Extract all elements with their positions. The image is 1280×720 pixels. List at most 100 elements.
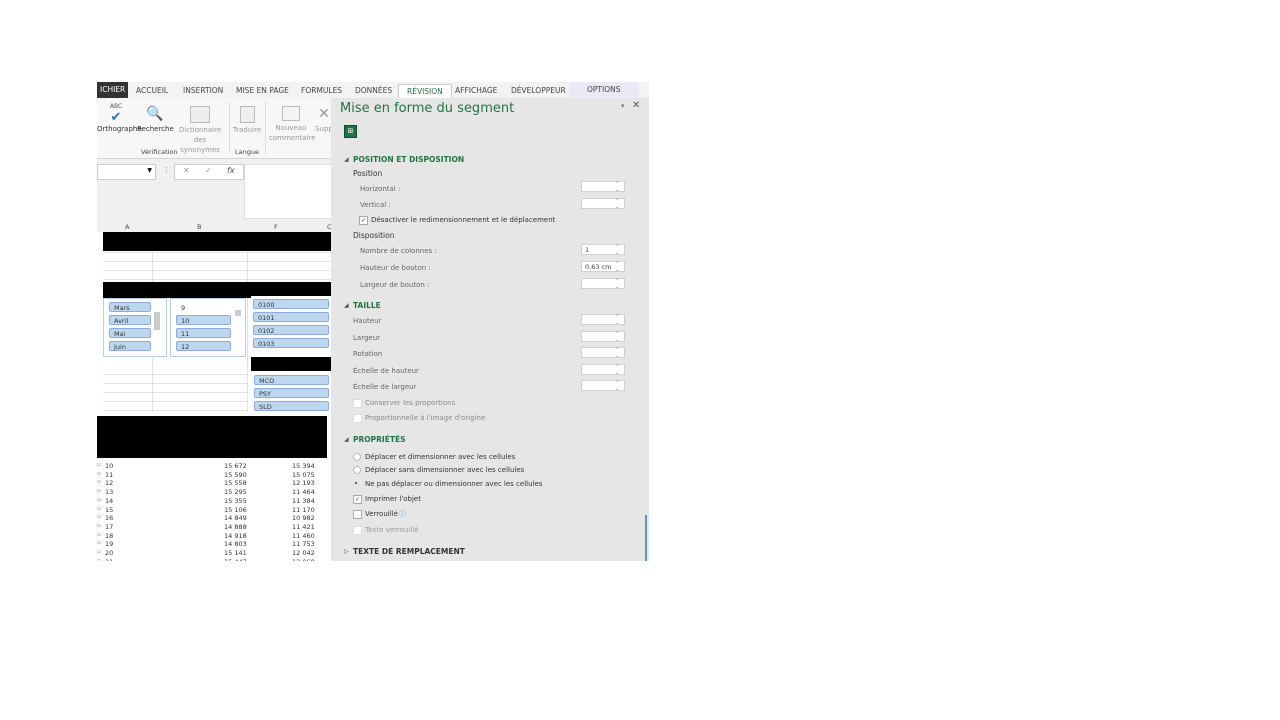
tab-mise-en-page[interactable]: MISE EN PAGE — [236, 86, 289, 95]
cell-value[interactable]: 15 558 — [224, 479, 247, 487]
cell-value[interactable]: 11 464 — [292, 488, 315, 496]
table-row[interactable]: ▫ 10 15 672 15 394 — [97, 462, 331, 471]
slicer-item[interactable]: SLD — [254, 401, 329, 411]
pane-options-icon[interactable]: ▾ — [621, 102, 625, 110]
table-row[interactable]: ▫ 19 14 803 11 753 — [97, 540, 331, 549]
cell-value[interactable]: 15 394 — [292, 462, 315, 470]
row-number[interactable]: ▫ — [97, 479, 101, 485]
horizontal-input[interactable] — [581, 181, 625, 193]
collapse-icon[interactable]: ◢ — [344, 156, 349, 163]
table-row[interactable]: ▫ 12 15 558 12 193 — [97, 479, 331, 488]
slicer-item[interactable]: 0102 — [253, 325, 329, 335]
cell-value[interactable]: 15 355 — [224, 497, 247, 505]
slicer-settings-icon[interactable]: ⊞ — [344, 125, 357, 138]
slicer-item[interactable]: PSY — [254, 388, 329, 398]
tab-affichage[interactable]: AFFICHAGE — [455, 86, 497, 95]
section-alt-text[interactable]: TEXTE DE REMPLACEMENT — [353, 547, 465, 556]
cancel-icon[interactable]: ✕ — [183, 166, 190, 175]
keep-ratio-checkbox[interactable] — [353, 399, 362, 408]
cell-value[interactable]: 15 075 — [292, 471, 315, 479]
cell-value[interactable]: 11 170 — [292, 506, 315, 514]
close-icon[interactable]: ✕ — [632, 100, 640, 111]
cell-key[interactable]: 17 — [105, 523, 113, 531]
move-nosize-radio[interactable] — [353, 466, 361, 474]
table-row[interactable]: ▫ 11 15 590 15 075 — [97, 471, 331, 480]
slicer-types[interactable]: MCO PSY SLD — [251, 372, 331, 416]
cell-key[interactable]: 13 — [105, 488, 113, 496]
table-row[interactable]: ▫ 13 15 295 11 464 — [97, 488, 331, 497]
recherche-button[interactable]: 🔍 Recherche — [137, 104, 174, 134]
cell-value[interactable]: 11 753 — [292, 540, 315, 548]
nouveau-commentaire-button[interactable]: Nouveau commentaire — [269, 104, 316, 143]
cell-value[interactable]: 11 421 — [292, 523, 315, 531]
row-number[interactable]: ▫ — [97, 532, 101, 538]
slicer-item[interactable]: 11 — [176, 328, 231, 338]
table-row[interactable]: ▫ 16 14 849 10 982 — [97, 514, 331, 523]
dictionnaire-button[interactable]: Dictionnaire des synonymes — [175, 104, 225, 155]
scale-height-input[interactable] — [581, 364, 625, 376]
column-header-a[interactable]: A — [125, 223, 129, 231]
cell-key[interactable]: 19 — [105, 540, 113, 548]
cell-key[interactable]: 18 — [105, 532, 113, 540]
tab-formules[interactable]: FORMULES — [301, 86, 342, 95]
locked-checkbox[interactable] — [353, 510, 362, 519]
table-row[interactable]: ▫ 18 14 918 11 460 — [97, 532, 331, 541]
orig-ratio-checkbox[interactable] — [353, 414, 362, 423]
row-number[interactable]: ▫ — [97, 540, 101, 546]
cell-value[interactable]: 15 106 — [224, 506, 247, 514]
tab-fichier[interactable]: ICHIER — [97, 82, 129, 98]
no-move-radio[interactable] — [353, 480, 359, 486]
cell-value[interactable]: 11 460 — [292, 532, 315, 540]
width-input[interactable] — [581, 331, 625, 343]
slicer-item[interactable]: 0101 — [253, 312, 329, 322]
disable-resize-checkbox[interactable]: ✓ — [359, 216, 368, 225]
collapse-icon[interactable]: ◢ — [344, 436, 349, 443]
row-number[interactable]: ▫ — [97, 549, 101, 555]
tab-insertion[interactable]: INSERTION — [183, 86, 223, 95]
scale-width-input[interactable] — [581, 380, 625, 392]
height-input[interactable] — [581, 314, 625, 326]
cell-value[interactable]: 14 849 — [224, 514, 247, 522]
slicer-codes[interactable]: 0100 0101 0102 0103 — [251, 296, 331, 354]
row-number[interactable]: ▫ — [97, 497, 101, 503]
orthographe-button[interactable]: ABC ✔ Orthographe — [97, 102, 142, 134]
slicer-scrollbar[interactable] — [154, 312, 160, 330]
row-number[interactable]: ▫ — [97, 558, 101, 561]
slicer-numbers[interactable]: 9 10 11 12 — [170, 298, 246, 357]
traduire-button[interactable]: Traduire — [231, 104, 263, 135]
print-checkbox[interactable]: ✓ — [353, 495, 362, 504]
tab-options[interactable]: OPTIONS — [569, 82, 639, 98]
info-icon[interactable]: ⓘ — [399, 509, 406, 519]
rotation-input[interactable] — [581, 347, 625, 359]
cell-value[interactable]: 15 141 — [224, 549, 247, 557]
cell-value[interactable]: 15 295 — [224, 488, 247, 496]
cell-value[interactable]: 14 918 — [224, 532, 247, 540]
table-row[interactable]: ▫ 17 14 888 11 421 — [97, 523, 331, 532]
move-size-radio[interactable] — [353, 453, 361, 461]
slicer-item[interactable]: 12 — [176, 341, 231, 351]
cell-key[interactable]: 12 — [105, 479, 113, 487]
button-height-input[interactable]: 0,63 cm — [581, 261, 625, 273]
slicer-item[interactable]: Mars — [109, 302, 151, 312]
name-box[interactable]: ▼ — [97, 164, 156, 180]
slicer-item[interactable]: 0103 — [253, 338, 329, 348]
cell-key[interactable]: 20 — [105, 549, 113, 557]
nb-columns-input[interactable]: 1 — [581, 244, 625, 256]
tab-accueil[interactable]: ACCUEIL — [136, 86, 168, 95]
row-number[interactable]: ▫ — [97, 462, 101, 468]
cell-value[interactable]: 12 193 — [292, 479, 315, 487]
column-header-f[interactable]: F — [274, 223, 278, 231]
slicer-item[interactable]: 10 — [176, 315, 231, 325]
cell-value[interactable]: 11 384 — [292, 497, 315, 505]
fx-icon[interactable]: fx — [227, 166, 235, 175]
table-row[interactable]: ▫ 20 15 141 12 042 — [97, 549, 331, 558]
cell-key[interactable]: 14 — [105, 497, 113, 505]
section-properties[interactable]: PROPRIÉTÉS — [353, 435, 405, 444]
tab-revision[interactable]: RÉVISION — [398, 84, 452, 98]
enter-icon[interactable]: ✓ — [205, 166, 212, 175]
cell-value[interactable]: 15 590 — [224, 471, 247, 479]
pane-scrollbar[interactable] — [645, 515, 647, 561]
cell-value[interactable]: 15 447 — [224, 558, 247, 561]
vertical-input[interactable] — [581, 198, 625, 210]
row-number[interactable]: ▫ — [97, 488, 101, 494]
